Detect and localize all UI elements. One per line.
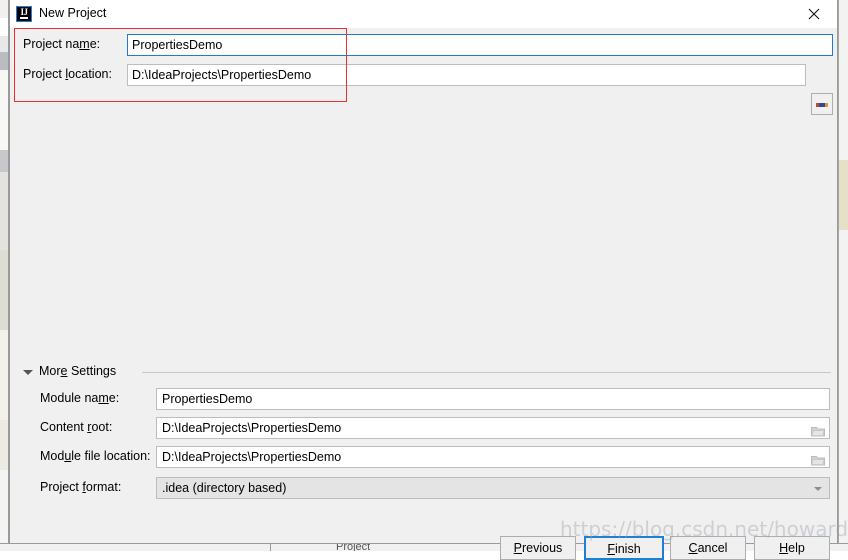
project-format-label: Project format:	[40, 480, 122, 494]
dialog-title-bar: IJ New Project	[10, 0, 837, 29]
content-root-row: Content root: D:\IdeaProjects\Properties…	[10, 417, 839, 439]
app-icon-underline	[20, 17, 28, 19]
module-file-location-label: Module file location:	[40, 449, 151, 463]
content-root-input[interactable]: D:\IdeaProjects\PropertiesDemo	[156, 417, 830, 439]
folder-icon[interactable]	[811, 423, 825, 437]
more-settings-label: More Settings	[39, 364, 117, 378]
cancel-button[interactable]: Cancel	[670, 536, 746, 560]
project-format-select[interactable]: .idea (directory based)	[156, 477, 830, 499]
dialog-content: Project name: PropertiesDemo Project loc…	[10, 28, 839, 560]
module-name-row: Module name: PropertiesDemo	[10, 388, 839, 410]
content-root-label: Content root:	[40, 420, 113, 434]
close-icon[interactable]	[791, 0, 837, 27]
project-location-label: Project location:	[23, 67, 112, 81]
background-panel-divider	[270, 544, 271, 551]
new-project-dialog: IJ New Project Project name: PropertiesD…	[9, 0, 839, 560]
chevron-down-icon[interactable]	[814, 487, 822, 491]
browse-dots-icon	[816, 103, 829, 107]
background-window-left-edge	[0, 0, 9, 551]
background-window-right-edge	[838, 0, 848, 551]
help-button[interactable]: Help	[754, 536, 830, 560]
browse-button[interactable]	[811, 93, 833, 115]
folder-icon[interactable]	[811, 452, 825, 466]
previous-button[interactable]: Previous	[500, 536, 576, 560]
finish-button[interactable]: Finish	[584, 536, 664, 560]
section-divider	[142, 372, 831, 373]
triangle-down-icon[interactable]	[23, 370, 33, 375]
window-title: New Project	[39, 6, 107, 20]
app-icon-text: IJ	[20, 7, 28, 17]
background-tab-label: Project	[336, 543, 371, 551]
background-editor-strip	[839, 160, 848, 230]
intellij-idea-icon: IJ	[16, 6, 32, 22]
more-settings-section-header[interactable]: More Settings	[23, 364, 831, 381]
project-name-row: Project name: PropertiesDemo	[23, 34, 833, 56]
module-file-location-input[interactable]: D:\IdeaProjects\PropertiesDemo	[156, 446, 830, 468]
module-name-label: Module name:	[40, 391, 120, 405]
project-name-label: Project name:	[23, 37, 101, 51]
module-name-input[interactable]: PropertiesDemo	[156, 388, 830, 410]
project-location-row: Project location: D:\IdeaProjects\Proper…	[23, 64, 806, 86]
project-format-row: Project format: .idea (directory based)	[10, 477, 839, 499]
project-name-input[interactable]: PropertiesDemo	[127, 34, 833, 56]
project-location-input[interactable]: D:\IdeaProjects\PropertiesDemo	[127, 64, 806, 86]
module-file-location-row: Module file location: D:\IdeaProjects\Pr…	[10, 446, 839, 468]
